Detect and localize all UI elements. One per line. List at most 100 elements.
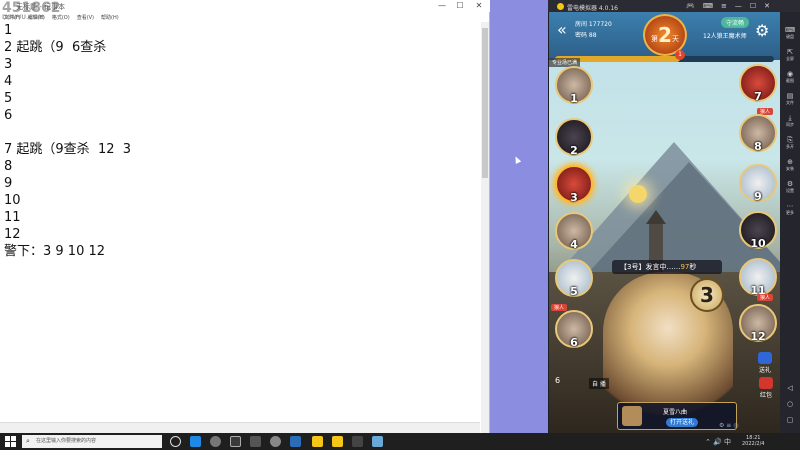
emulator-sidebar: ⌨ 键盘 ⇱ 全屏 ◉ 截图 ▤ 文件 ⤓ 同步 ⎘ 多开 ⊕ 安装 ⚙ 设置 ⋯ 更多 ◁ ○ …	[780, 12, 800, 433]
game-mode-label: 12人狼王魔术师	[703, 33, 747, 40]
restore-icon[interactable]: ☐	[750, 2, 756, 10]
player-seat-1[interactable]: 1	[555, 66, 593, 105]
speaking-status: 【3号】发言中……97秒	[612, 260, 722, 274]
speaking-text: 【3号】发言中……	[620, 263, 681, 271]
keyboard-icon[interactable]: ⌨	[703, 2, 713, 10]
room-password: 密码 88	[575, 32, 597, 39]
recents-square-icon: ▢	[786, 416, 794, 424]
text-line: 警下：3 9 10 12	[4, 244, 106, 259]
text-line: 10	[4, 193, 21, 208]
open-gift-button[interactable]: 打开送礼	[666, 418, 699, 427]
player-seat-11[interactable]: 11	[739, 258, 777, 297]
task-view-icon[interactable]	[170, 436, 181, 447]
search-icon: ⌕	[26, 437, 30, 445]
gear-icon: ⚙	[786, 180, 794, 188]
folder-icon: ▤	[786, 92, 794, 100]
sidebar-item-screenshot[interactable]: ◉ 截图	[780, 70, 800, 84]
player-seat-12[interactable]: 12	[739, 304, 777, 343]
text-line: 3	[4, 57, 13, 72]
install-icon: ⊕	[787, 158, 793, 166]
emulator-titlebar: 雷电模拟器 4.0.16 🎮 ⌨ ≡ — ☐ ✕	[548, 0, 800, 12]
current-speaker-badge: 3	[690, 278, 724, 312]
text-line: 8	[4, 159, 13, 174]
camera-icon: ◉	[786, 70, 794, 78]
player-seat-8[interactable]: 8	[739, 114, 777, 153]
github-icon[interactable]	[270, 436, 281, 447]
close-button[interactable]: ✕	[472, 1, 486, 10]
app-icon-2[interactable]	[352, 436, 363, 447]
player-seat-5[interactable]: 5	[555, 259, 593, 298]
more-icon: ⋯	[786, 202, 794, 210]
text-line	[4, 124, 474, 141]
vertical-scrollbar[interactable]	[481, 22, 489, 433]
app-icon[interactable]	[230, 436, 241, 447]
mouse-cursor-icon	[512, 155, 522, 164]
day-number: 2	[658, 23, 672, 47]
text-line: 1	[4, 23, 13, 38]
text-line: 9	[4, 176, 13, 191]
gamepad-icon[interactable]: 🎮	[686, 2, 695, 10]
player-seat-3[interactable]: 3	[555, 165, 593, 204]
menu-view[interactable]: 查看(V)	[77, 14, 94, 21]
sidebar-item-fullscreen[interactable]: ⇱ 全屏	[780, 48, 800, 62]
sidebar-item-keyboard[interactable]: ⌨ 键盘	[780, 26, 800, 40]
sidebar-item-sync[interactable]: ⤓ 同步	[780, 114, 800, 128]
sun-decoration	[629, 185, 647, 203]
bottom-toolbar-icons[interactable]: ⚙ ≡ ◎	[719, 422, 738, 429]
game-top-panel: « 房间 177720 密码 88 第 2 天 守流畅 12人狼王魔术师 ⚙	[549, 12, 780, 60]
gift-item-image	[622, 406, 642, 426]
player-seat-4[interactable]: 4	[555, 212, 593, 251]
progress-marker: 1	[675, 50, 685, 60]
text-editor[interactable]: 1 2 起跳（9 6查杀 3 4 5 6 7 起跳（9查杀 12 3 8 9 1…	[4, 22, 474, 260]
android-home-button[interactable]: ○	[780, 400, 800, 408]
emulator-title: 雷电模拟器 4.0.16	[567, 5, 618, 12]
close-icon[interactable]: ✕	[764, 2, 770, 10]
steam-icon[interactable]	[290, 436, 301, 447]
gift-button[interactable]: 送礼	[758, 352, 772, 374]
ldplayer-taskbar-icon-2[interactable]	[332, 436, 343, 447]
gift-icon	[758, 352, 772, 364]
player-seat-6[interactable]: 6	[555, 310, 593, 349]
menu-bar: 文件(F) 编辑(E) 格式(O) 查看(V) 帮助(H)	[0, 12, 490, 22]
android-recents-button[interactable]: ▢	[780, 416, 800, 424]
minimize-icon[interactable]: —	[735, 2, 742, 10]
system-clock[interactable]: 18:21 2022/2/4	[742, 435, 764, 447]
connection-badge: 守流畅	[721, 17, 750, 28]
file-icon[interactable]	[372, 436, 383, 447]
auto-mic-button[interactable]: 自 播	[589, 378, 609, 389]
back-chevron-icon[interactable]: «	[557, 22, 567, 38]
system-tray-icons[interactable]: ⌃ 🔊 中	[705, 437, 731, 447]
room-number: 房间 177720	[575, 21, 612, 28]
menu-help[interactable]: 帮助(H)	[101, 14, 119, 21]
clock-date: 2022/2/4	[742, 441, 765, 447]
red-packet-icon	[759, 377, 773, 389]
scrollbar-thumb[interactable]	[482, 28, 488, 178]
sidebar-item-settings[interactable]: ⚙ 设置	[780, 180, 800, 194]
notepad-window: 无标题 - 记事本 — ☐ ✕ 文件(F) 编辑(E) 格式(O) 查看(V) …	[0, 0, 490, 433]
sidebar-item-more[interactable]: ⋯ 更多	[780, 202, 800, 216]
text-line: 5	[4, 91, 13, 106]
red-packet-button[interactable]: 红包	[759, 377, 773, 399]
menu-icon[interactable]: ≡	[721, 2, 727, 10]
player-seat-10[interactable]: 10	[739, 211, 777, 250]
keyboard-icon: ⌨	[784, 26, 796, 34]
edge-browser-icon[interactable]	[190, 436, 201, 447]
sidebar-item-install[interactable]: ⊕ 安装	[780, 158, 800, 172]
player-seat-9[interactable]: 9	[739, 164, 777, 203]
obs-icon[interactable]	[210, 436, 221, 447]
sidebar-item-files[interactable]: ▤ 文件	[780, 92, 800, 106]
player-seat-7[interactable]: 7	[739, 64, 777, 103]
windows-start-icon[interactable]	[5, 436, 16, 447]
search-placeholder: 在这里输入你要搜索的内容	[36, 438, 97, 444]
airplane-app-icon[interactable]	[250, 436, 261, 447]
minimize-button[interactable]: —	[435, 1, 449, 10]
player-seat-2[interactable]: 2	[555, 118, 593, 157]
sidebar-item-multi[interactable]: ⎘ 多开	[780, 136, 800, 150]
android-back-button[interactable]: ◁	[780, 384, 800, 392]
maximize-button[interactable]: ☐	[453, 1, 467, 10]
ldplayer-taskbar-icon[interactable]	[312, 436, 323, 447]
stream-watermark: 451862 DOUYU.COM	[2, 1, 60, 21]
gear-icon[interactable]: ⚙	[755, 21, 769, 40]
day-suffix: 天	[672, 35, 679, 43]
taskbar-search-input[interactable]: ⌕ 在这里输入你要搜索的内容	[22, 435, 162, 448]
